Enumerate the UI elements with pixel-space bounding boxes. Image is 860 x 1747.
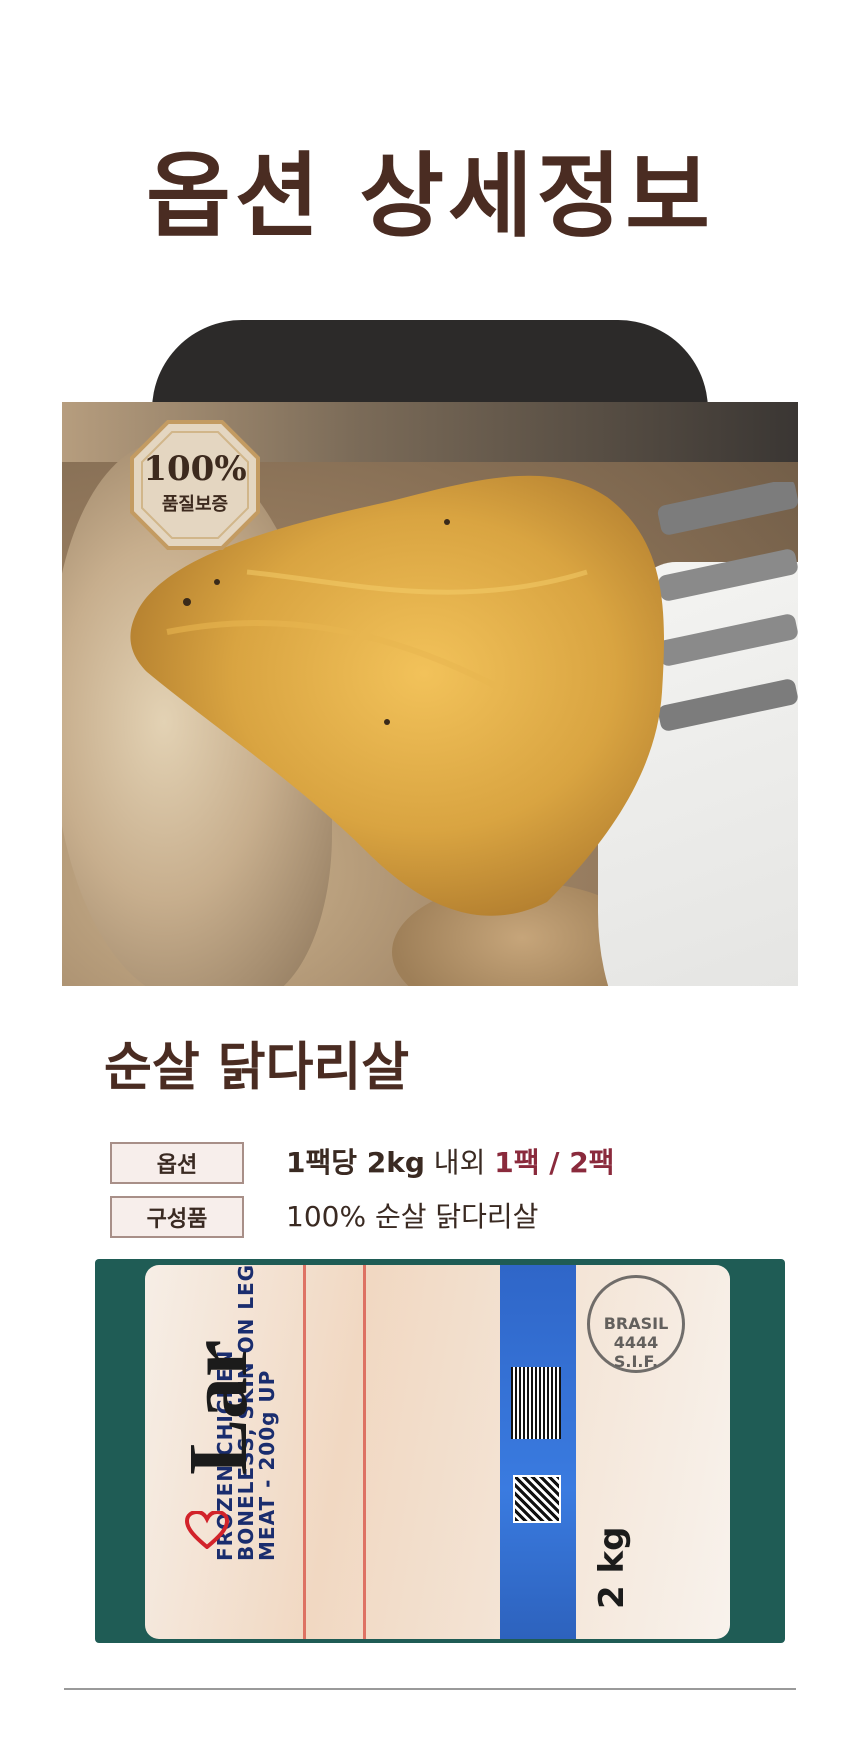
badge-label: 품질보증 <box>161 494 229 515</box>
spec-value-components: 100% 순살 닭다리살 <box>286 1200 539 1233</box>
spec-option-accent: 1팩 / 2팩 <box>494 1146 615 1179</box>
spec-option-bold: 1팩당 2kg <box>286 1146 425 1179</box>
badge-percent: 100% <box>143 449 247 489</box>
spec-value-option: 1팩당 2kg 내외 1팩 / 2팩 <box>286 1142 614 1184</box>
package-image: BRASIL 4444 S.I.F. FROZEN CHICKEN BONELE… <box>95 1259 785 1643</box>
bag-blue-band <box>500 1265 576 1639</box>
product-name: 순살 닭다리살 <box>104 1037 410 1098</box>
spec-label-components: 구성품 <box>110 1196 244 1238</box>
spec-option-text: 내외 <box>424 1146 495 1179</box>
bag-red-line <box>363 1265 366 1639</box>
qr-code-icon <box>513 1475 561 1523</box>
stamp-text: BRASIL 4444 S.I.F. <box>603 1314 669 1371</box>
heart-logo-icon <box>185 1511 229 1549</box>
inspection-stamp: BRASIL 4444 S.I.F. <box>587 1275 685 1373</box>
quality-badge: 100% 품질보증 <box>128 418 262 552</box>
barcode-icon <box>511 1367 561 1439</box>
bag-brand: Lar <box>172 1339 265 1475</box>
page-title: 옵션 상세정보 <box>146 142 714 250</box>
spec-label-option: 옵션 <box>110 1142 244 1184</box>
section-divider <box>64 1688 796 1690</box>
bag-weight: 2 kg <box>592 1526 632 1609</box>
frozen-chicken-bag: BRASIL 4444 S.I.F. FROZEN CHICKEN BONELE… <box>145 1264 730 1639</box>
bag-red-line <box>303 1265 306 1639</box>
